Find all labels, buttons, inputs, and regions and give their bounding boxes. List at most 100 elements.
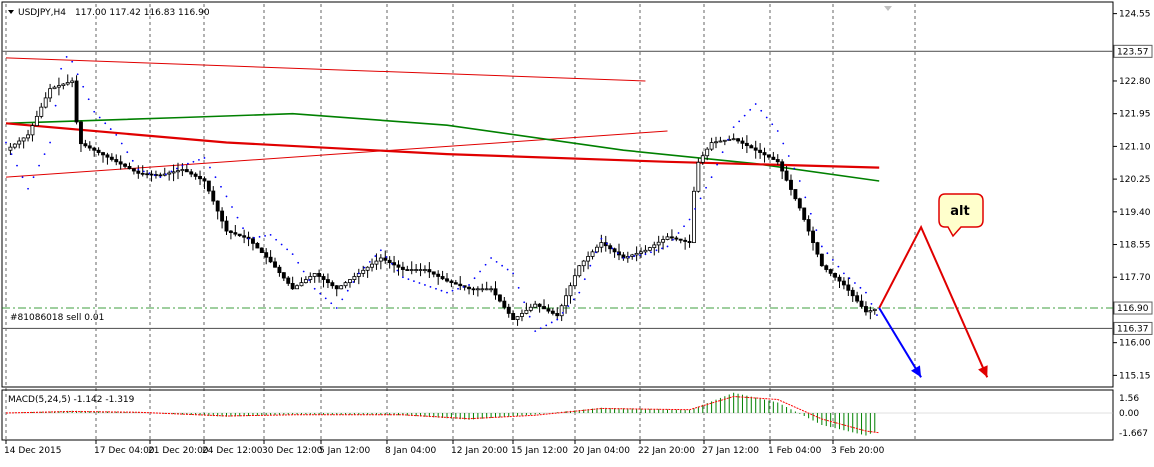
sar-dot [583,278,586,281]
sar-dot [639,254,641,257]
candle-body [674,237,679,240]
sar-dot [137,168,140,171]
sar-dot [843,272,845,275]
sar-dot [43,153,46,155]
sar-dot [192,160,195,163]
sar-dot [501,264,504,267]
candle-body [334,285,339,290]
candle-body [515,316,520,320]
sar-dot [683,225,685,228]
sar-dot [71,60,74,63]
candle-body [352,276,357,280]
sar-dot [87,98,90,101]
time-tick-label: 14 Dec 2015 [4,446,62,456]
price-tick-label: 119.40 [1119,208,1151,218]
sar-dot [705,186,707,189]
candle-body [493,288,498,296]
candle-body [731,138,736,141]
candle-body [61,83,66,86]
candle-body [753,147,758,151]
sar-dot [545,324,548,327]
candle-body [198,176,202,180]
candle-body [806,219,811,232]
sar-dot [462,285,465,288]
candle-body [599,242,604,248]
macd-tick-label: 1.56 [1119,394,1139,404]
candle-body [568,285,573,297]
candle-body [537,303,542,307]
sar-dot [319,292,322,295]
candle-body [105,154,110,158]
candle-body [453,282,458,285]
candle-body [83,143,88,147]
sar-dot [556,318,559,321]
time-tick-label: 5 Jan 12:00 [319,446,371,456]
sar-dot [561,311,564,314]
candle-body [833,272,838,278]
candle-body [123,163,128,167]
sar-dot [313,287,316,290]
time-tick-label: 1 Feb 04:00 [768,446,822,456]
candle-body [295,285,300,290]
candle-body [793,189,798,200]
candle-body [189,171,194,175]
sar-dot [148,172,151,175]
candle-body [242,235,247,238]
candle-body [374,260,379,265]
price-marker-label: 123.57 [1117,47,1149,57]
sar-dot [661,247,663,250]
candle-body [687,241,692,244]
sar-dot [473,277,476,280]
candle-body [458,283,463,287]
chart-window[interactable]: 124.55123.65122.80121.95121.10120.25119.… [0,0,1154,463]
sar-dot [782,142,785,145]
candle-body [365,266,370,271]
sar-dot [468,284,470,286]
candle-body [325,279,330,284]
sar-dot [628,256,630,258]
sar-dot [302,270,305,273]
candle-body [220,210,225,222]
candle-body [564,295,569,307]
sar-dot [539,327,542,330]
candle-body [215,200,220,212]
sar-dot [876,314,878,316]
sar-dot [644,253,647,256]
candle-body [440,276,445,280]
candle-body [608,245,613,250]
macd-pane[interactable] [1,389,1114,441]
candle-body [233,232,238,235]
sar-dot [93,110,96,113]
candle-body [370,263,374,268]
sar-dot [21,176,24,179]
candle-body [87,145,92,149]
candle-body [758,149,763,153]
candle-body [39,106,44,117]
candle-body [740,140,745,144]
candle-body [140,172,145,175]
sar-dot [440,289,443,292]
candle-body [652,244,657,249]
sar-dot [236,216,239,219]
candle-body [48,88,53,99]
candle-body [224,220,229,232]
candle-body [872,308,877,311]
sar-dot [550,321,553,324]
sar-dot [60,67,63,70]
candle-body [21,137,26,142]
candle-body [577,265,582,277]
sar-dot [225,195,228,198]
time-tick-label: 3 Feb 20:00 [831,446,885,456]
sar-dot [732,126,735,129]
sar-dot [523,301,526,304]
candle-body [184,169,189,173]
callout-text: alt [950,204,969,219]
candle-body [136,170,141,174]
time-tick-label: 17 Dec 04:00 [94,446,155,456]
order-label: #81086018 sell 0.01 [10,313,104,323]
sar-dot [65,56,68,58]
candle-body [784,170,789,181]
time-tick-label: 27 Jan 12:00 [702,446,759,456]
sar-dot [324,297,327,300]
sar-dot [374,255,377,257]
